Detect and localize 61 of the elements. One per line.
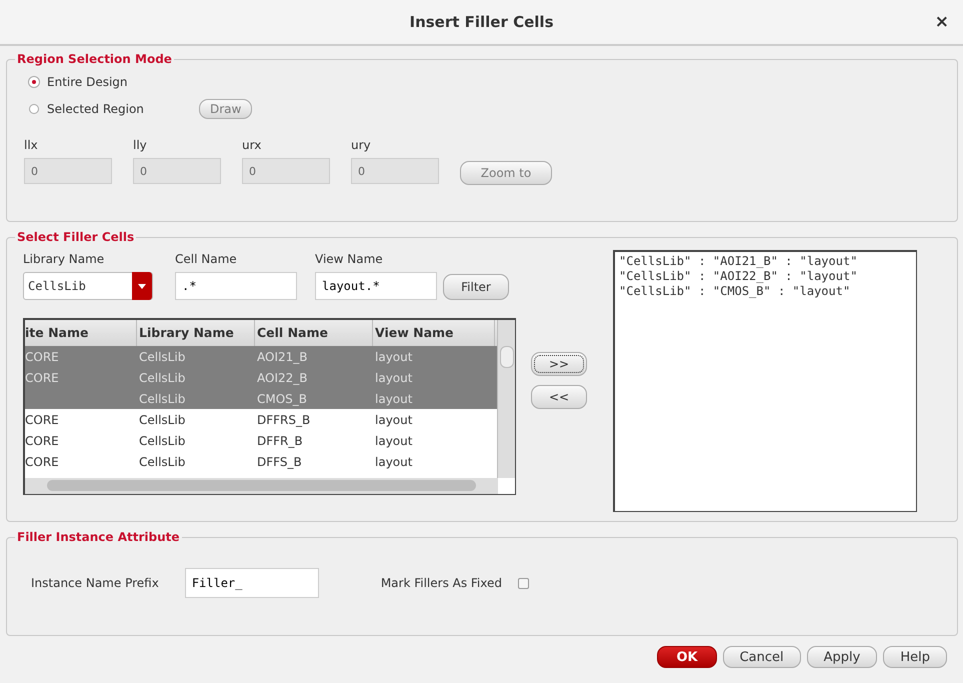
table-cell-text: layout	[374, 392, 414, 406]
field-label: ury	[351, 138, 372, 152]
cell-name-field[interactable]: .*	[175, 272, 297, 300]
table-cell-text: layout	[374, 370, 414, 384]
table-cell-text: CellsLib	[138, 350, 186, 364]
table-cell-text: CORE	[25, 454, 60, 468]
library-dropdown[interactable]: CellsLib	[23, 272, 153, 300]
list-item[interactable]: "CellsLib" : "AOI22_B" : "layout"	[619, 269, 912, 284]
list-item[interactable]: "CellsLib" : "AOI21_B" : "layout"	[619, 254, 912, 269]
field-label: Library Name	[23, 252, 106, 266]
table-row[interactable]: CORE CellsLib DFFS_B layout	[25, 451, 497, 472]
view-name-field[interactable]: layout.*	[315, 272, 437, 300]
add-button[interactable]: >>	[531, 352, 587, 376]
window-title: Insert Filler Cells	[409, 13, 554, 31]
checkbox-label: Mark Fillers As Fixed	[380, 576, 502, 590]
table-cell-text: CORE	[25, 370, 60, 384]
remove-button[interactable]: <<	[531, 385, 587, 409]
radio-button[interactable]	[29, 104, 39, 114]
section-title: Select Filler Cells	[16, 230, 136, 244]
field-label: lly	[133, 138, 148, 152]
table-row[interactable]: CORE CellsLib DFFR_B layout	[25, 430, 497, 451]
table-cell-text: layout	[374, 454, 414, 468]
table-row[interactable]: CORE CellsLib DFFRS_B layout	[25, 409, 497, 430]
list-item[interactable]: "CellsLib" : "CMOS_B" : "layout"	[619, 284, 912, 299]
field-label: urx	[242, 138, 262, 152]
table-cell-text: CORE	[25, 412, 60, 426]
table-cell-text: CMOS_B	[256, 392, 308, 406]
close-button[interactable]: ×	[934, 12, 949, 32]
checkbox[interactable]	[518, 578, 530, 588]
dialog-button[interactable]: Cancel	[722, 646, 801, 668]
table-cell-text: CellsLib	[138, 392, 186, 406]
horizontal-scrollbar[interactable]	[25, 478, 498, 494]
table-cell-text: AOI21_B	[256, 350, 308, 364]
field-label: View Name	[315, 252, 384, 266]
table-cell-text: layout	[374, 412, 414, 426]
table-cell-text: CORE	[25, 350, 60, 364]
prefix-field[interactable]: Filler_	[184, 568, 319, 598]
table-cell-text: DFFR_B	[256, 434, 304, 448]
field-label: Instance Name Prefix	[31, 576, 159, 590]
table-cell-text: CellsLib	[138, 434, 186, 448]
table-cell-text: layout	[374, 350, 414, 364]
table-cell-text: CORE	[25, 434, 60, 448]
table-cell-text: AOI22_B	[256, 370, 308, 384]
dialog-button[interactable]: Help	[883, 646, 947, 668]
filter-button[interactable]: Filter	[443, 274, 509, 300]
table-cell-text: CellsLib	[138, 370, 186, 384]
field-label: Cell Name	[175, 252, 238, 266]
dialog-button[interactable]: Apply	[806, 646, 878, 668]
dialog-button[interactable]: OK	[657, 646, 717, 668]
section-title: Region Selection Mode	[16, 52, 173, 66]
field-label: llx	[24, 138, 39, 152]
vertical-scrollbar[interactable]	[497, 320, 515, 478]
dropdown-caret-icon	[138, 284, 146, 288]
radio-label: Selected Region	[47, 102, 145, 116]
section-title: Filler Instance Attribute	[16, 530, 181, 544]
table-cell-text: DFFS_B	[256, 454, 303, 468]
radio-label: Entire Design	[47, 74, 129, 88]
table-cell-text: CellsLib	[138, 412, 186, 426]
table-cell-text: CellsLib	[138, 454, 186, 468]
table-cell-text: DFFRS_B	[256, 412, 312, 426]
table-cell-text: layout	[374, 434, 414, 448]
